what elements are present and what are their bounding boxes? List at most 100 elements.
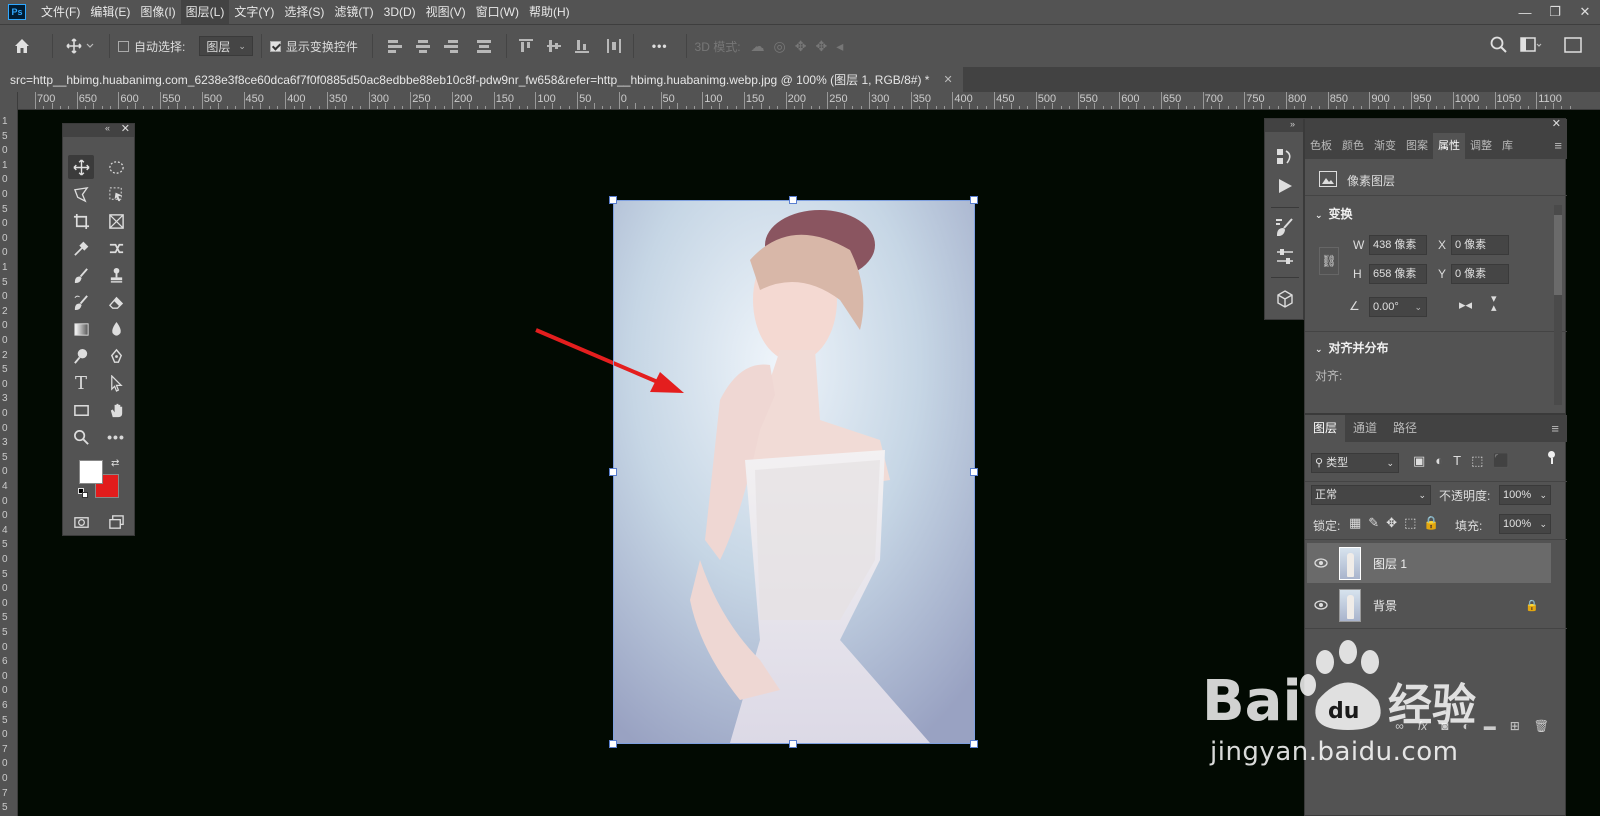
layers-menu-icon[interactable]: ≡ (1543, 415, 1567, 442)
menu-image[interactable]: 图像(I) (135, 0, 180, 24)
link-layers-icon[interactable]: ∞ (1395, 719, 1404, 733)
lock-options-icons[interactable]: ▦✎✥⬚🔒 (1349, 515, 1447, 531)
spot-healing-tool[interactable] (103, 236, 129, 260)
transform-handle-bottom[interactable] (789, 740, 797, 748)
panel-menu-icon[interactable]: ≡ (1549, 133, 1567, 159)
menu-help[interactable]: 帮助(H) (524, 0, 575, 24)
history-panel-icon[interactable] (1275, 147, 1295, 170)
object-select-tool[interactable] (103, 182, 129, 206)
type-tool[interactable]: T (68, 371, 94, 395)
close-window-button[interactable]: ✕ (1570, 0, 1600, 24)
align-right-icon[interactable] (443, 39, 458, 53)
align-section-toggle[interactable]: ⌄ 对齐并分布 (1315, 339, 1389, 356)
fx-icon[interactable]: fx (1418, 719, 1427, 733)
align-vcenter-icon[interactable] (543, 39, 565, 53)
history-brush-tool[interactable] (68, 290, 94, 314)
home-icon[interactable] (0, 37, 44, 55)
angle-field[interactable]: 0.00° ⌄ (1369, 297, 1427, 317)
link-dimensions-icon[interactable]: ⛓ (1319, 247, 1339, 275)
expand-panels-icon[interactable]: » (1265, 119, 1303, 132)
tab-swatches[interactable]: 色板 (1305, 133, 1337, 159)
properties-scrollbar[interactable] (1554, 205, 1562, 405)
menu-file[interactable]: 文件(F) (36, 0, 85, 24)
workspace-icon[interactable] (1520, 37, 1542, 56)
tab-patterns[interactable]: 图案 (1401, 133, 1433, 159)
adjustment-layer-icon[interactable]: ◐ (1462, 719, 1469, 733)
tab-layers[interactable]: 图层 (1305, 415, 1346, 442)
show-transform-controls[interactable]: 显示变换控件 (269, 38, 358, 55)
pen-tool[interactable] (103, 344, 129, 368)
move-tool[interactable] (68, 155, 94, 179)
marquee-tool[interactable] (103, 155, 129, 179)
foreground-color-swatch[interactable] (79, 460, 103, 484)
align-hcenter-icon[interactable] (415, 39, 430, 53)
distribute-vertical-icon[interactable] (476, 39, 491, 53)
collapse-panel-icon[interactable]: « (105, 123, 110, 133)
blur-tool[interactable] (103, 317, 129, 341)
menu-view[interactable]: 视图(V) (421, 0, 471, 24)
distribute-horizontal-icon[interactable] (603, 39, 625, 53)
fill-field[interactable]: 100% ⌄ (1499, 514, 1551, 534)
3d-cube-icon[interactable] (1275, 289, 1295, 312)
x-field[interactable]: 0 像素 (1451, 235, 1509, 255)
menu-edit[interactable]: 编辑(E) (85, 0, 135, 24)
align-top-icon[interactable] (515, 39, 537, 53)
menu-window[interactable]: 窗口(W) (471, 0, 524, 24)
move-tool-icon[interactable] (61, 38, 101, 54)
flip-horizontal-icon[interactable]: ▸◂ (1459, 297, 1472, 313)
show-transform-check[interactable] (269, 40, 281, 52)
share-icon[interactable] (1564, 37, 1582, 56)
transform-handle-top[interactable] (789, 196, 797, 204)
tab-color[interactable]: 颜色 (1337, 133, 1369, 159)
visibility-eye-icon[interactable] (1307, 600, 1335, 610)
frame-tool[interactable] (103, 209, 129, 233)
opacity-field[interactable]: 100% ⌄ (1499, 485, 1551, 505)
add-mask-icon[interactable]: ◙ (1441, 719, 1448, 733)
tab-channels[interactable]: 通道 (1345, 415, 1385, 442)
menu-filter[interactable]: 滤镜(T) (329, 0, 378, 24)
adjustments-sliders-icon[interactable] (1275, 247, 1295, 270)
align-left-icon[interactable] (387, 39, 402, 53)
actions-play-icon[interactable] (1276, 177, 1294, 198)
y-field[interactable]: 0 像素 (1451, 264, 1509, 284)
transform-handle-top-left[interactable] (609, 196, 617, 204)
width-field[interactable]: 438 像素 (1369, 235, 1427, 255)
menu-select[interactable]: 选择(S) (279, 0, 329, 24)
search-icon[interactable] (1490, 36, 1508, 57)
gradient-tool[interactable] (68, 317, 94, 341)
height-field[interactable]: 658 像素 (1369, 264, 1427, 284)
close-panel-icon[interactable]: ✕ (121, 122, 130, 135)
crop-tool[interactable] (68, 209, 94, 233)
minimize-button[interactable]: — (1510, 0, 1540, 24)
transform-handle-top-right[interactable] (970, 196, 978, 204)
tab-libraries[interactable]: 库 (1497, 133, 1518, 159)
clone-stamp-tool[interactable] (103, 263, 129, 287)
tab-paths[interactable]: 路径 (1385, 415, 1425, 442)
auto-select-checkbox[interactable]: 自动选择: (118, 38, 185, 55)
eraser-tool[interactable] (103, 290, 129, 314)
tab-properties[interactable]: 属性 (1433, 133, 1465, 159)
layer-row[interactable]: 图层 1 (1307, 543, 1551, 583)
blend-mode-dropdown[interactable]: 正常 ⌄ (1311, 485, 1431, 505)
hand-tool[interactable] (103, 398, 129, 422)
transform-handle-bottom-left[interactable] (609, 740, 617, 748)
layer-row[interactable]: 背景 🔒 (1307, 585, 1551, 625)
dodge-tool[interactable] (68, 344, 94, 368)
close-tab-icon[interactable]: ✕ (943, 73, 952, 86)
lasso-tool[interactable] (68, 182, 94, 206)
align-bottom-icon[interactable] (571, 39, 593, 53)
edit-toolbar-icon[interactable]: ••• (103, 425, 129, 449)
screen-mode-icon[interactable] (103, 510, 129, 534)
brush-tool[interactable] (68, 263, 94, 287)
zoom-tool[interactable] (68, 425, 94, 449)
layer-filter-dropdown[interactable]: ⚲ 类型 ⌄ (1311, 453, 1399, 473)
swap-colors-icon[interactable]: ⇄ (111, 458, 119, 469)
brush-settings-icon[interactable] (1275, 217, 1295, 240)
path-selection-tool[interactable] (103, 371, 129, 395)
transform-handle-left[interactable] (609, 468, 617, 476)
transform-handle-right[interactable] (970, 468, 978, 476)
close-properties-icon[interactable]: ✕ (1552, 117, 1561, 130)
new-group-icon[interactable]: ▬ (1484, 719, 1496, 733)
quick-mask-icon[interactable] (68, 510, 94, 534)
new-layer-icon[interactable]: ⊞ (1510, 719, 1520, 733)
